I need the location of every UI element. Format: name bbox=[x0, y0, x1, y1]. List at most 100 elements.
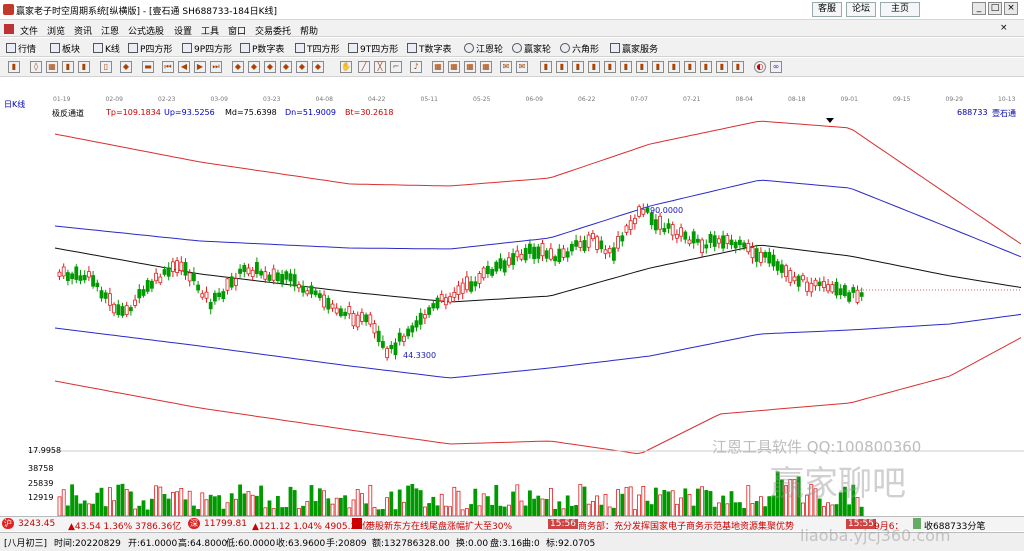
ticker-logo-icon: 沪 bbox=[2, 518, 14, 529]
tool-t-square[interactable]: T四方形 bbox=[295, 42, 340, 55]
draw-tool-icon[interactable]: ◆ bbox=[296, 61, 308, 73]
draw-tool-icon[interactable]: ◊ bbox=[30, 61, 42, 73]
candle bbox=[620, 235, 625, 242]
sz-index: 11799.81 bbox=[204, 519, 247, 529]
tool-hexagon[interactable]: 六角形 bbox=[560, 42, 599, 55]
tool-kline[interactable]: K线 bbox=[93, 42, 120, 55]
draw-tool-icon[interactable]: ◆ bbox=[280, 61, 292, 73]
draw-tool-icon[interactable]: ▮ bbox=[540, 61, 552, 73]
draw-tool-icon[interactable]: ◆ bbox=[120, 61, 132, 73]
news-item[interactable]: 港股新东方在线尾盘涨幅扩大至30% bbox=[366, 519, 512, 532]
draw-tool-icon[interactable]: ✉ bbox=[516, 61, 528, 73]
menu-browse[interactable]: 浏览 bbox=[47, 24, 65, 37]
menu-tools[interactable]: 工具 bbox=[201, 24, 219, 37]
menu-window[interactable]: 窗口 bbox=[228, 24, 246, 37]
draw-tool-icon[interactable]: ▮ bbox=[62, 61, 74, 73]
volume-bar bbox=[502, 506, 507, 516]
tool-quotes[interactable]: 行情 bbox=[6, 42, 36, 55]
draw-tool-icon[interactable]: ╳ bbox=[374, 61, 386, 73]
date-tick: 03-09 bbox=[210, 96, 228, 103]
draw-tool-icon[interactable]: ◆ bbox=[264, 61, 276, 73]
draw-tool-icon[interactable]: ▦ bbox=[464, 61, 476, 73]
draw-tool-icon[interactable]: ▬ bbox=[142, 61, 154, 73]
draw-tool-icon[interactable]: ▦ bbox=[448, 61, 460, 73]
draw-tool-icon[interactable]: ⏭ bbox=[210, 61, 222, 73]
draw-tool-icon[interactable]: ▦ bbox=[46, 61, 58, 73]
menu-settings[interactable]: 设置 bbox=[174, 24, 192, 37]
draw-tool-icon[interactable]: ✉ bbox=[500, 61, 512, 73]
draw-tool-icon[interactable]: ◆ bbox=[312, 61, 324, 73]
draw-tool-icon[interactable]: ╱ bbox=[358, 61, 370, 73]
draw-tool-icon[interactable]: ▮ bbox=[572, 61, 584, 73]
news-item[interactable]: 商务部：充分发挥国家电子商务示范基地资源集聚优势 bbox=[578, 519, 794, 532]
volume-bar bbox=[582, 486, 587, 516]
customer-service-button[interactable]: 客服 bbox=[812, 2, 842, 17]
draw-tool-icon[interactable]: ⌐ bbox=[390, 61, 402, 73]
tool-9t-square[interactable]: 9T四方形 bbox=[348, 42, 398, 55]
t-square-icon bbox=[295, 43, 305, 53]
menu-help[interactable]: 帮助 bbox=[300, 24, 318, 37]
kline-chart[interactable]: 90.0000 44.3300 bbox=[0, 106, 1024, 456]
draw-tool-icon[interactable]: ◀ bbox=[178, 61, 190, 73]
infinity-icon[interactable]: ∞ bbox=[770, 61, 782, 73]
draw-tool-icon[interactable]: ▮ bbox=[604, 61, 616, 73]
volume-bar bbox=[133, 508, 138, 516]
draw-tool-icon[interactable]: ▮ bbox=[8, 61, 20, 73]
close-icon[interactable]: × bbox=[1004, 2, 1018, 15]
tool-p-square[interactable]: P四方形 bbox=[128, 42, 172, 55]
menu-news[interactable]: 资讯 bbox=[74, 24, 92, 37]
draw-tool-icon[interactable]: ▮ bbox=[732, 61, 744, 73]
candle bbox=[494, 261, 499, 272]
candle bbox=[469, 281, 474, 292]
volume-bar bbox=[406, 485, 411, 516]
draw-tool-icon[interactable]: ▮ bbox=[620, 61, 632, 73]
tool-t-table[interactable]: T数字表 bbox=[407, 42, 452, 55]
forum-button[interactable]: 论坛 bbox=[846, 2, 876, 17]
draw-tool-icon[interactable]: ♪ bbox=[410, 61, 422, 73]
candle bbox=[637, 206, 641, 217]
volume-bar bbox=[410, 484, 415, 516]
draw-tool-icon[interactable]: ▮ bbox=[700, 61, 712, 73]
candle bbox=[389, 344, 394, 350]
candle bbox=[549, 248, 553, 260]
draw-tool-icon[interactable]: ▯ bbox=[100, 61, 112, 73]
volume-tick: 12919 bbox=[28, 493, 54, 502]
tool-winner-wheel[interactable]: 赢家轮 bbox=[512, 42, 551, 55]
volume-bar bbox=[284, 507, 289, 516]
draw-tool-icon[interactable]: ▮ bbox=[652, 61, 664, 73]
tool-gann-wheel[interactable]: 江恩轮 bbox=[464, 42, 503, 55]
draw-tool-icon[interactable]: ⏮ bbox=[162, 61, 174, 73]
menu-trade[interactable]: 交易委托 bbox=[255, 24, 291, 37]
minimize-icon[interactable]: _ bbox=[972, 2, 986, 15]
tool-p-table[interactable]: P数字表 bbox=[240, 42, 284, 55]
menu-formula[interactable]: 公式选股 bbox=[128, 24, 164, 37]
draw-tool-icon[interactable]: ▮ bbox=[668, 61, 680, 73]
candle bbox=[225, 278, 230, 291]
draw-tool-icon[interactable]: ◐ bbox=[754, 61, 766, 73]
volume-bar bbox=[523, 505, 528, 516]
draw-tool-icon[interactable]: ▦ bbox=[432, 61, 444, 73]
tool-9p-square[interactable]: 9P四方形 bbox=[182, 42, 232, 55]
candle bbox=[553, 256, 557, 262]
draw-tool-icon[interactable]: ◆ bbox=[232, 61, 244, 73]
draw-tool-icon[interactable]: ▮ bbox=[684, 61, 696, 73]
homepage-button[interactable]: 主页 bbox=[880, 2, 920, 17]
draw-tool-icon[interactable]: ▮ bbox=[636, 61, 648, 73]
menu-close-icon[interactable]: × bbox=[1000, 23, 1008, 33]
draw-tool-icon[interactable]: ✋ bbox=[340, 61, 352, 73]
menu-file[interactable]: 文件 bbox=[20, 24, 38, 37]
menu-gann[interactable]: 江恩 bbox=[101, 24, 119, 37]
draw-tool-icon[interactable]: ▮ bbox=[78, 61, 90, 73]
draw-tool-icon[interactable]: ▮ bbox=[716, 61, 728, 73]
draw-tool-icon[interactable]: ◆ bbox=[248, 61, 260, 73]
volume-bar bbox=[628, 486, 633, 516]
tool-service[interactable]: 赢家服务 bbox=[610, 42, 658, 55]
draw-tool-icon[interactable]: ▦ bbox=[480, 61, 492, 73]
draw-tool-icon[interactable]: ▶ bbox=[194, 61, 206, 73]
tool-sector[interactable]: 板块 bbox=[50, 42, 80, 55]
maximize-icon[interactable]: □ bbox=[988, 2, 1002, 15]
volume-bar bbox=[645, 500, 650, 516]
draw-tool-icon[interactable]: ▮ bbox=[556, 61, 568, 73]
candle bbox=[666, 223, 671, 229]
draw-tool-icon[interactable]: ▮ bbox=[588, 61, 600, 73]
